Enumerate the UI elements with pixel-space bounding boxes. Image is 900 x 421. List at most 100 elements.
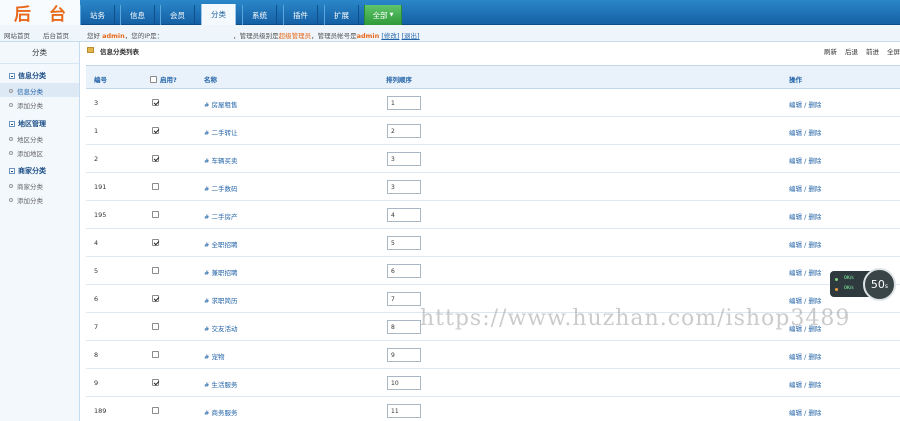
forward-button[interactable]: 前进	[866, 46, 879, 56]
bullet-icon	[9, 151, 13, 155]
sort-order-input[interactable]	[387, 376, 421, 390]
column-header-name: 名称	[204, 76, 217, 84]
enable-checkbox[interactable]	[152, 239, 159, 246]
nav-tab-info[interactable]: 信息	[120, 5, 155, 25]
edit-delete-links[interactable]: 编辑 / 删除	[789, 407, 821, 417]
nav-tab-plugin[interactable]: 插件	[283, 5, 318, 25]
sidebar-title: 分类	[0, 42, 79, 64]
sort-order-input[interactable]	[387, 96, 421, 110]
enable-checkbox[interactable]	[152, 127, 159, 134]
table-row: 6 # 求职简历 编辑 / 删除	[86, 285, 900, 313]
sidebar-group-merchant[interactable]: 商家分类	[9, 166, 46, 176]
sidebar-item-add-area[interactable]: 添加地区	[9, 148, 43, 158]
sort-order-input[interactable]	[387, 404, 421, 418]
upload-dot-icon	[835, 278, 838, 281]
enable-checkbox[interactable]	[152, 267, 159, 274]
account-label: ，管理员帐号是	[311, 32, 357, 40]
category-name-link[interactable]: # 商务服务	[204, 407, 238, 417]
enable-checkbox[interactable]	[152, 99, 159, 106]
category-name-link[interactable]: # 求职简历	[204, 295, 238, 305]
edit-delete-links[interactable]: 编辑 / 删除	[789, 183, 821, 193]
sort-order-input[interactable]	[387, 124, 421, 138]
category-name-link[interactable]: # 房屋租售	[204, 99, 238, 109]
timer-widget[interactable]: 0K/s 0K/s 50 s	[830, 268, 900, 301]
column-header-ops: 操作	[789, 76, 802, 84]
enable-checkbox[interactable]	[152, 323, 159, 330]
sidebar-item-area-category[interactable]: 地区分类	[9, 134, 43, 144]
edit-profile-link[interactable]: [修改]	[381, 32, 399, 40]
row-id: 5	[94, 267, 99, 275]
sort-order-input[interactable]	[387, 320, 421, 334]
enable-checkbox[interactable]	[152, 211, 159, 218]
nav-tab-all[interactable]: 全部 ▼	[364, 5, 402, 25]
sidebar-item-merchant-category[interactable]: 商家分类	[9, 181, 43, 191]
table-row: 9 # 生活服务 编辑 / 删除	[86, 369, 900, 397]
nav-tab-station[interactable]: 站务	[80, 5, 115, 25]
sort-order-input[interactable]	[387, 180, 421, 194]
edit-delete-links[interactable]: 编辑 / 删除	[789, 155, 821, 165]
row-id: 9	[94, 379, 99, 387]
fullscreen-button[interactable]: 全屏	[887, 46, 900, 56]
edit-delete-links[interactable]: 编辑 / 删除	[789, 379, 821, 389]
category-name-link[interactable]: # 二手转让	[204, 127, 238, 137]
select-all-checkbox[interactable]	[150, 75, 157, 83]
nav-tab-member[interactable]: 会员	[160, 5, 195, 25]
admin-home-link[interactable]: 后台首页	[43, 30, 69, 40]
sidebar-item-add-merchant-category[interactable]: 添加分类	[9, 195, 43, 205]
sidebar-group-label: 信息分类	[18, 72, 46, 80]
column-header-enabled: 启用?	[150, 74, 177, 84]
edit-delete-links[interactable]: 编辑 / 删除	[789, 267, 821, 277]
category-name-link[interactable]: # 二手数码	[204, 183, 238, 193]
sort-order-input[interactable]	[387, 292, 421, 306]
sidebar-group-area[interactable]: 地区管理	[9, 119, 46, 129]
refresh-button[interactable]: 刷新	[824, 46, 837, 56]
edit-delete-links[interactable]: 编辑 / 删除	[789, 127, 821, 137]
nav-tab-category[interactable]: 分类	[201, 4, 236, 25]
row-id: 191	[94, 183, 107, 191]
enable-checkbox[interactable]	[152, 351, 159, 358]
row-id: 1	[94, 127, 99, 135]
category-name-link[interactable]: # 宠物	[204, 351, 225, 361]
back-button[interactable]: 后退	[845, 46, 858, 56]
enable-checkbox[interactable]	[152, 407, 159, 414]
enable-checkbox[interactable]	[152, 295, 159, 302]
sort-order-input[interactable]	[387, 264, 421, 278]
logout-link[interactable]: [退出]	[402, 32, 420, 40]
sidebar-item-info-category[interactable]: 信息分类	[9, 86, 43, 96]
sort-order-input[interactable]	[387, 152, 421, 166]
table-row: 4 # 全职招聘 编辑 / 删除	[86, 229, 900, 257]
sort-order-input[interactable]	[387, 348, 421, 362]
category-name-link[interactable]: # 车辆买卖	[204, 155, 238, 165]
edit-delete-links[interactable]: 编辑 / 删除	[789, 211, 821, 221]
category-name-link[interactable]: # 交友活动	[204, 323, 238, 333]
main-content: 信息分类列表 刷新 后退 前进 全屏 编号 启用? 名称 排列顺序 操作 3 # …	[82, 42, 900, 421]
sort-order-input[interactable]	[387, 208, 421, 222]
row-id: 189	[94, 407, 107, 415]
enable-checkbox[interactable]	[152, 155, 159, 162]
timer-circle[interactable]: 50 s	[863, 268, 896, 301]
table-row: 195 # 二手房产 编辑 / 删除	[86, 201, 900, 229]
edit-delete-links[interactable]: 编辑 / 删除	[789, 323, 821, 333]
row-id: 7	[94, 323, 99, 331]
enable-checkbox[interactable]	[152, 379, 159, 386]
table-row: 8 # 宠物 编辑 / 删除	[86, 341, 900, 369]
edit-delete-links[interactable]: 编辑 / 删除	[789, 99, 821, 109]
edit-delete-links[interactable]: 编辑 / 删除	[789, 239, 821, 249]
sort-order-input[interactable]	[387, 236, 421, 250]
category-name-link[interactable]: # 二手房产	[204, 211, 238, 221]
enable-checkbox[interactable]	[152, 183, 159, 190]
site-home-link[interactable]: 网站首页	[4, 30, 30, 40]
category-name-link[interactable]: # 生活服务	[204, 379, 238, 389]
row-id: 4	[94, 239, 99, 247]
bullet-icon	[9, 89, 13, 93]
edit-delete-links[interactable]: 编辑 / 删除	[789, 295, 821, 305]
table-row: 2 # 车辆买卖 编辑 / 删除	[86, 145, 900, 173]
nav-tab-system[interactable]: 系统	[242, 5, 277, 25]
edit-delete-links[interactable]: 编辑 / 删除	[789, 351, 821, 361]
sidebar-group-info[interactable]: 信息分类	[9, 71, 46, 81]
sidebar-item-add-category[interactable]: 添加分类	[9, 100, 43, 110]
nav-tab-extend[interactable]: 扩展	[324, 5, 359, 25]
category-name-link[interactable]: # 全职招聘	[204, 239, 238, 249]
category-name-link[interactable]: # 兼职招聘	[204, 267, 238, 277]
sidebar-item-label: 添加分类	[17, 102, 43, 110]
